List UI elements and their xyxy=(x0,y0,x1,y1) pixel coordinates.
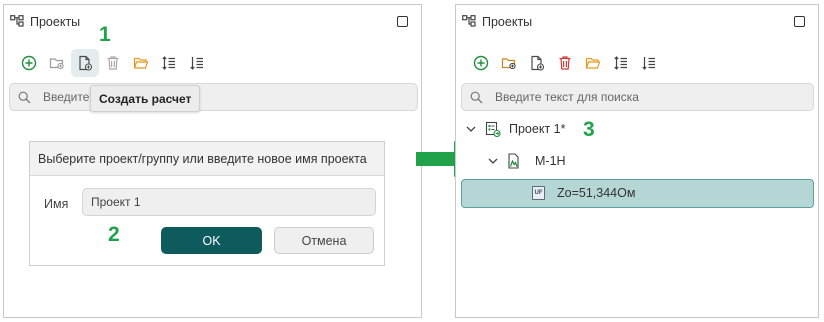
step-number-3: 3 xyxy=(583,118,595,141)
panel-title: Проекты xyxy=(482,15,533,29)
maximize-button[interactable] xyxy=(794,16,805,27)
search-input[interactable]: Введите текст для поиска xyxy=(461,83,814,111)
project-tree-icon xyxy=(462,14,476,30)
tree-item-calculation[interactable]: М-1Н xyxy=(487,149,566,173)
chevron-down-icon xyxy=(488,158,498,164)
search-icon xyxy=(18,91,31,103)
search-icon xyxy=(470,91,483,103)
project-tree-icon xyxy=(10,14,24,30)
cancel-button[interactable]: Отмена xyxy=(274,227,374,254)
projects-panel-after: Проекты Введите текст для поиска Проект … xyxy=(455,4,819,318)
new-calculation-icon xyxy=(79,55,93,71)
tooltip-create-calculation: Создать расчет xyxy=(90,85,201,112)
new-calculation-icon xyxy=(531,55,545,71)
tree-label-project: Проект 1* xyxy=(509,122,566,136)
tree-item-project[interactable]: Проект 1* xyxy=(465,117,565,141)
sort-desc-button[interactable] xyxy=(635,49,663,77)
step-number-2: 2 xyxy=(108,223,120,246)
project-name-input[interactable]: Проект 1 xyxy=(82,188,376,216)
toolbar xyxy=(15,49,211,77)
name-label: Имя xyxy=(44,197,69,211)
open-folder-button[interactable] xyxy=(127,49,155,77)
delete-button[interactable] xyxy=(551,49,579,77)
panel-title: Проекты xyxy=(30,15,81,29)
add-button[interactable] xyxy=(15,49,43,77)
project-icon xyxy=(485,121,501,137)
new-calculation-button[interactable] xyxy=(71,49,99,77)
maximize-button[interactable] xyxy=(397,16,408,27)
search-placeholder: Введите текст для поиска xyxy=(495,90,639,104)
new-folder-icon xyxy=(49,58,64,70)
add-circle-icon xyxy=(21,55,37,71)
delete-icon xyxy=(107,56,119,70)
result-badge-text: UF xyxy=(534,190,543,196)
delete-icon xyxy=(559,56,571,70)
calculation-icon xyxy=(508,153,519,169)
open-folder-icon xyxy=(585,57,601,69)
tree-item-result-selected[interactable]: UF Zo=51,344Ом xyxy=(461,179,814,208)
project-name-dialog: Выберите проект/группу или введите новое… xyxy=(29,141,385,266)
add-button[interactable] xyxy=(467,49,495,77)
ok-button[interactable]: OK xyxy=(161,227,262,254)
search-input[interactable]: Введите xyxy=(9,83,418,111)
step-number-1: 1 xyxy=(99,23,111,46)
result-badge-icon: UF xyxy=(532,186,545,200)
chevron-down-icon xyxy=(466,126,476,132)
new-folder-icon xyxy=(501,58,516,70)
open-folder-icon xyxy=(133,57,149,69)
sort-desc-icon xyxy=(642,57,655,70)
tree-label-result: Zo=51,344Ом xyxy=(557,186,636,200)
sort-asc-button[interactable] xyxy=(155,49,183,77)
delete-button[interactable] xyxy=(99,49,127,77)
sort-desc-icon xyxy=(190,57,203,70)
dialog-title: Выберите проект/группу или введите новое… xyxy=(30,142,384,176)
tree-label-calculation: М-1Н xyxy=(535,154,566,168)
sort-asc-icon xyxy=(162,56,175,70)
sort-asc-button[interactable] xyxy=(607,49,635,77)
search-placeholder: Введите xyxy=(43,90,90,104)
toolbar xyxy=(467,49,663,77)
open-folder-button[interactable] xyxy=(579,49,607,77)
sort-asc-icon xyxy=(614,56,627,70)
add-circle-icon xyxy=(473,55,489,71)
new-folder-button[interactable] xyxy=(43,49,71,77)
projects-panel-before: Проекты Введите Создать расчет 1 Выберит… xyxy=(3,4,422,318)
result-row-content: UF Zo=51,344Ом xyxy=(532,186,635,200)
panel-header: Проекты xyxy=(10,14,80,30)
panel-header: Проекты xyxy=(462,14,532,30)
new-calculation-button[interactable] xyxy=(523,49,551,77)
new-folder-button[interactable] xyxy=(495,49,523,77)
sort-desc-button[interactable] xyxy=(183,49,211,77)
